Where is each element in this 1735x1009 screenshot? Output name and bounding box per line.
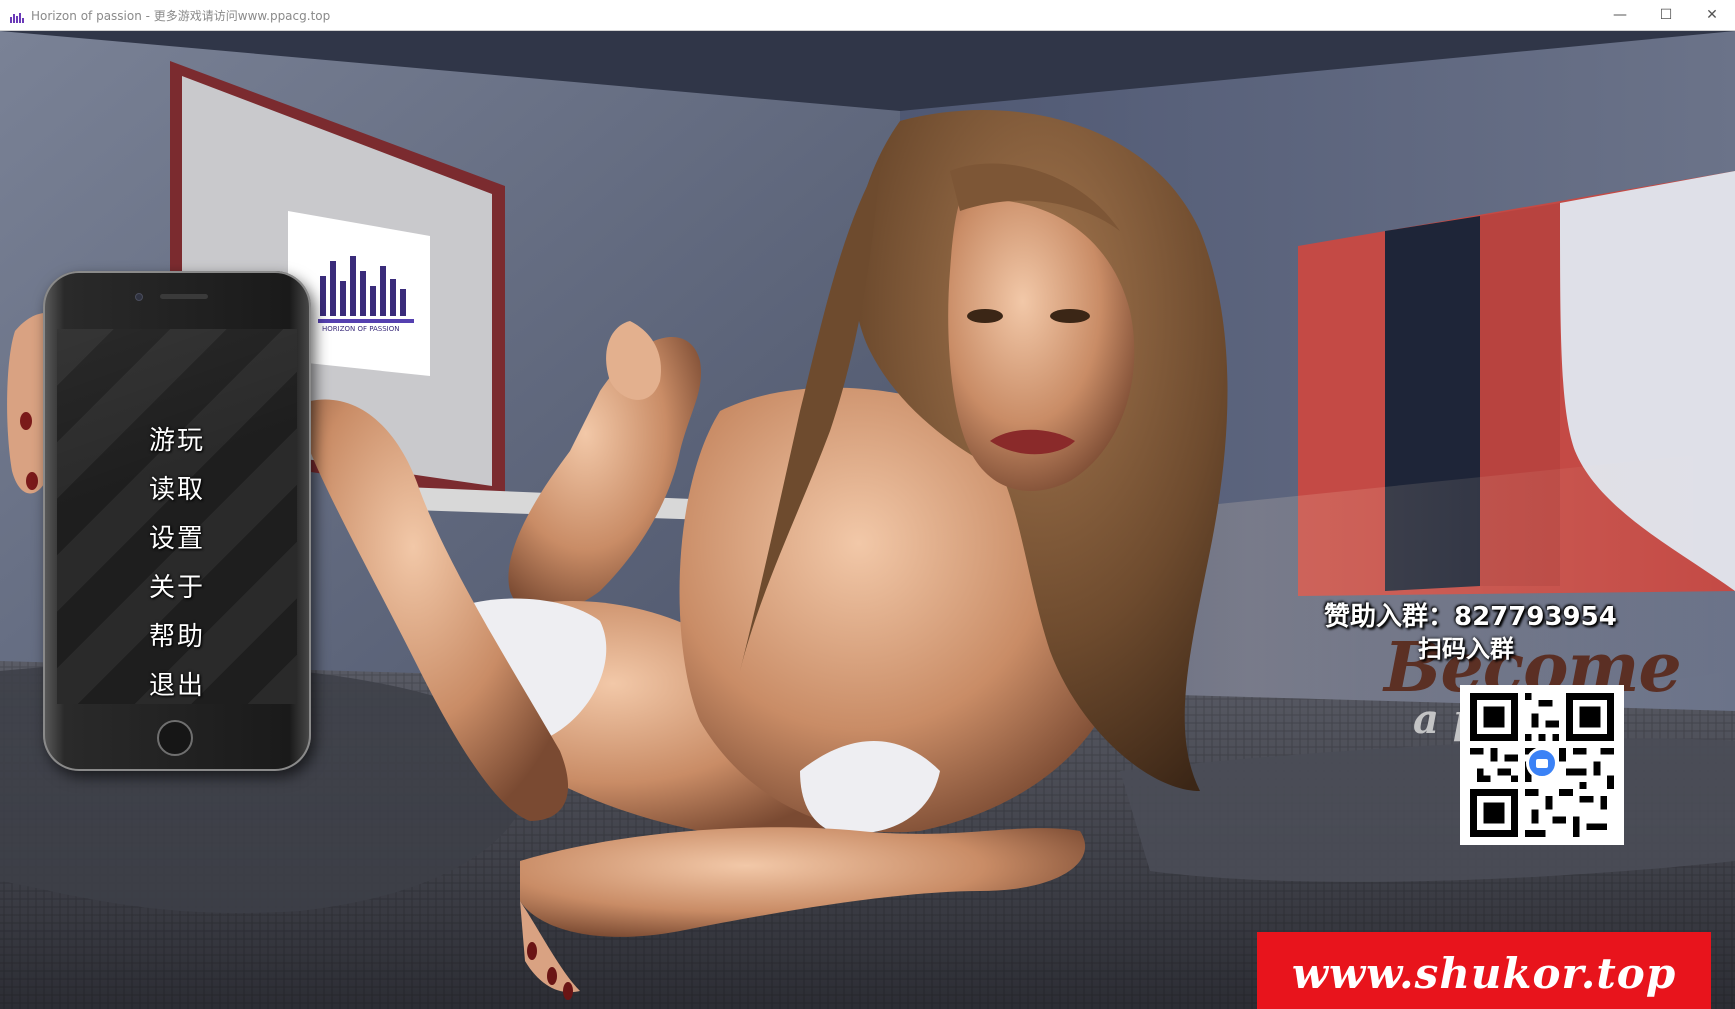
site-url: www.shukor.top — [1291, 948, 1677, 998]
phone-speaker — [160, 294, 208, 299]
window-title: Horizon of passion - 更多游戏请访问www.ppacg.to… — [31, 8, 331, 23]
menu-settings-button[interactable]: 设置 — [149, 515, 205, 564]
menu-load-button[interactable]: 读取 — [149, 466, 205, 515]
phone-screen: 游玩 读取 设置 关于 帮助 退出 — [57, 329, 297, 704]
game-scene: HORIZON OF PASSION 游玩 读取 设置 关于 帮助 退出 Bec… — [0, 31, 1735, 1009]
main-menu: 游玩 读取 设置 关于 帮助 退出 — [57, 417, 297, 704]
maximize-button[interactable]: ☐ — [1643, 0, 1689, 30]
scan-qr-text: 扫码入群 — [1418, 635, 1514, 663]
menu-play-button[interactable]: 游玩 — [149, 417, 205, 466]
minimize-button[interactable]: — — [1597, 0, 1643, 30]
site-banner: www.shukor.top — [1257, 932, 1711, 1009]
camera-icon — [1526, 747, 1558, 779]
app-icon — [9, 9, 25, 23]
window-controls: — ☐ ✕ — [1597, 0, 1735, 30]
phone-home-button — [157, 720, 193, 756]
phone-menu: 游玩 读取 设置 关于 帮助 退出 — [43, 271, 311, 771]
title-bar: Horizon of passion - 更多游戏请访问www.ppacg.to… — [0, 0, 1735, 31]
sponsor-group-text: 赞助入群：827793954 — [1324, 602, 1617, 632]
poster-text: HORIZON OF PASSION — [322, 325, 400, 333]
game-window: Horizon of passion - 更多游戏请访问www.ppacg.to… — [0, 0, 1735, 1009]
close-button[interactable]: ✕ — [1689, 0, 1735, 30]
menu-help-button[interactable]: 帮助 — [149, 613, 205, 662]
phone-camera-icon — [135, 293, 143, 301]
menu-about-button[interactable]: 关于 — [149, 564, 205, 613]
qr-code — [1460, 685, 1624, 845]
menu-quit-button[interactable]: 退出 — [149, 662, 205, 704]
